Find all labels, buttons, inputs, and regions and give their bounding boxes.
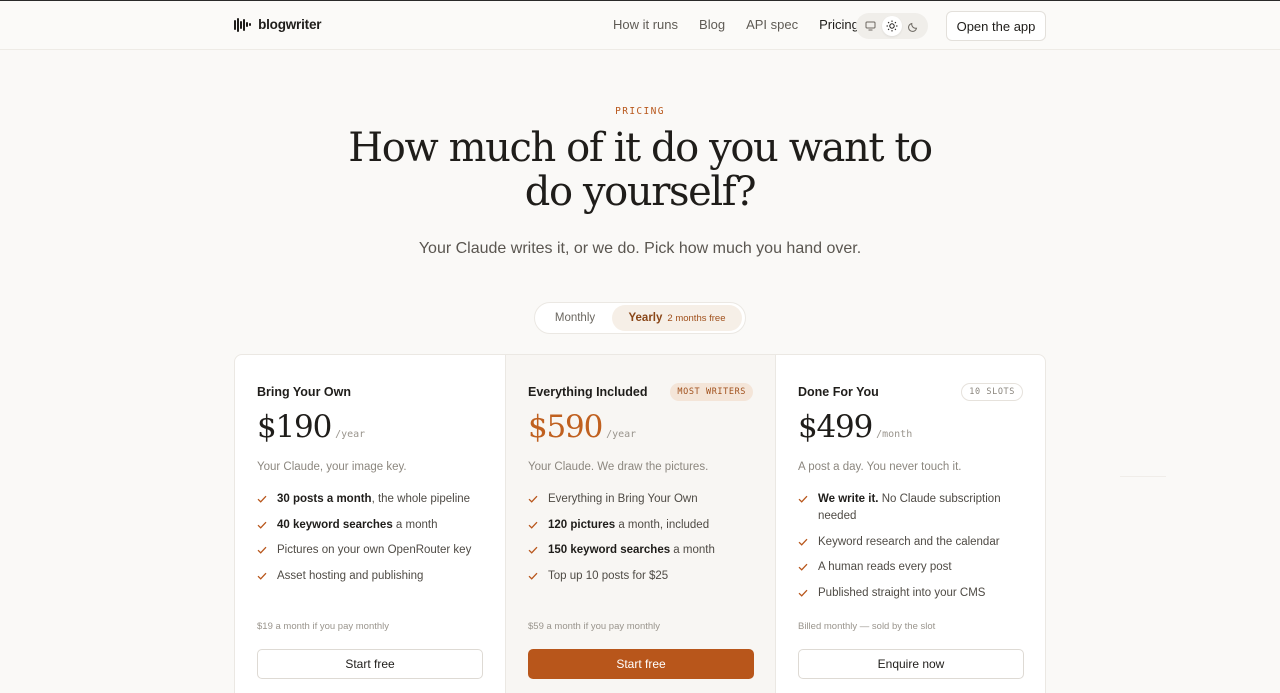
page-title: How much of it do you want to do yoursel… (348, 125, 933, 215)
main-nav: How it runs Blog API spec Pricing (613, 17, 880, 32)
nav-api-spec[interactable]: API spec (746, 17, 798, 32)
check-icon (798, 495, 808, 503)
plan-price-row: $190 /year (257, 409, 365, 445)
nav-how-it-runs[interactable]: How it runs (613, 17, 678, 32)
theme-switcher (856, 13, 928, 39)
check-icon (528, 521, 538, 529)
feature-text: a month (670, 544, 715, 556)
check-icon (257, 521, 267, 529)
feature-text: a month, included (615, 518, 710, 531)
feature-text: Pictures on your own OpenRouter key (277, 544, 472, 556)
plan-card-done-for-you: Done For You 10 SLOTS $499 /month A post… (775, 355, 1045, 693)
feature-bold: 30 posts a month (277, 493, 372, 505)
start-free-button[interactable]: Start free (257, 649, 483, 679)
feature-item: 150 keyword searches a month (528, 542, 756, 559)
monitor-icon[interactable] (861, 16, 881, 36)
check-icon (257, 572, 267, 580)
enquire-now-button[interactable]: Enquire now (798, 649, 1024, 679)
feature-item: Top up 10 posts for $25 (528, 568, 756, 585)
feature-text: A human reads every post (818, 561, 952, 573)
plan-price: $590 (528, 409, 603, 445)
check-icon (257, 546, 267, 554)
start-free-button[interactable]: Start free (528, 649, 754, 679)
page-subtitle: Your Claude writes it, or we do. Pick ho… (418, 240, 862, 257)
billing-monthly-option[interactable]: Monthly (538, 305, 612, 331)
plan-name: Bring Your Own (257, 385, 351, 399)
feature-text: Everything in Bring Your Own (548, 493, 698, 505)
feature-item: 30 posts a month, the whole pipeline (257, 491, 485, 508)
plan-footnote: Billed monthly — sold by the slot (798, 621, 936, 632)
plan-period: /year (335, 429, 366, 440)
check-icon (798, 589, 808, 597)
plan-period: /month (876, 429, 913, 440)
feature-item: Asset hosting and publishing (257, 568, 485, 585)
billing-yearly-note: 2 months free (667, 312, 726, 324)
feature-item: Keyword research and the calendar (798, 534, 1026, 551)
check-icon (528, 546, 538, 554)
plan-price-row: $499 /month (798, 409, 912, 445)
check-icon (257, 495, 267, 503)
billing-yearly-option[interactable]: Yearly 2 months free (612, 305, 742, 331)
check-icon (798, 563, 808, 571)
check-icon (528, 495, 538, 503)
feature-text: Keyword research and the calendar (818, 535, 1000, 548)
plan-price: $499 (798, 409, 873, 445)
feature-item: A human reads every post (798, 559, 1026, 576)
logo-text: blogwriter (258, 17, 322, 32)
plan-features: 30 posts a month, the whole pipeline 40 … (257, 491, 485, 593)
feature-text: Top up 10 posts for $25 (548, 569, 669, 582)
billing-toggle: Monthly Yearly 2 months free (534, 302, 746, 334)
plan-period: /year (606, 429, 637, 440)
plan-tagline: A post a day. You never touch it. (798, 461, 962, 473)
nav-blog[interactable]: Blog (699, 17, 725, 32)
feature-text: , the whole pipeline (371, 493, 471, 505)
section-eyebrow: PRICING (615, 106, 665, 117)
feature-text: a month (392, 518, 438, 531)
plan-card-bring-your-own: Bring Your Own $190 /year Your Claude, y… (235, 355, 505, 693)
plan-card-everything-included: Everything Included MOST WRITERS $590 /y… (505, 355, 775, 693)
feature-bold: 40 keyword searches (277, 518, 393, 531)
feature-bold: 120 pictures (548, 518, 616, 531)
feature-item: Everything in Bring Your Own (528, 491, 756, 508)
feature-item: 120 pictures a month, included (528, 517, 756, 534)
feature-item: We write it. No Claude subscription need… (798, 491, 1026, 525)
nav-pricing[interactable]: Pricing (819, 17, 859, 32)
plan-price-row: $590 /year (528, 409, 636, 445)
plan-price: $190 (257, 409, 332, 445)
plan-tagline: Your Claude, your image key. (257, 461, 407, 473)
plan-name: Everything Included (528, 385, 648, 399)
plan-tagline: Your Claude. We draw the pictures. (528, 461, 709, 473)
plan-features: Everything in Bring Your Own 120 picture… (528, 491, 756, 593)
billing-monthly-label: Monthly (554, 312, 596, 324)
check-icon (528, 572, 538, 580)
feature-bold: We write it. (818, 493, 879, 505)
billing-yearly-label: Yearly (628, 312, 663, 324)
plan-badge: 10 SLOTS (961, 383, 1023, 401)
feature-text: Published straight into your CMS (818, 586, 986, 599)
waveform-icon (234, 17, 252, 32)
feature-item: 40 keyword searches a month (257, 517, 485, 534)
feature-bold: 150 keyword searches (548, 544, 671, 556)
feature-item: Pictures on your own OpenRouter key (257, 542, 485, 559)
site-header: blogwriter How it runs Blog API spec Pri… (0, 1, 1280, 50)
feature-item: Published straight into your CMS (798, 585, 1026, 602)
plan-footnote: $59 a month if you pay monthly (528, 621, 661, 632)
feature-text: Asset hosting and publishing (277, 569, 424, 582)
moon-icon[interactable] (903, 16, 923, 36)
check-icon (798, 538, 808, 546)
plan-badge: MOST WRITERS (670, 383, 753, 401)
open-app-button[interactable]: Open the app (946, 11, 1046, 41)
plan-name: Done For You (798, 385, 879, 399)
plan-features: We write it. No Claude subscription need… (798, 491, 1026, 610)
logo[interactable]: blogwriter (234, 17, 322, 32)
decorative-divider (1120, 476, 1166, 477)
plan-footnote: $19 a month if you pay monthly (257, 621, 390, 632)
sun-icon[interactable] (881, 16, 902, 36)
pricing-cards: Bring Your Own $190 /year Your Claude, y… (234, 354, 1046, 693)
